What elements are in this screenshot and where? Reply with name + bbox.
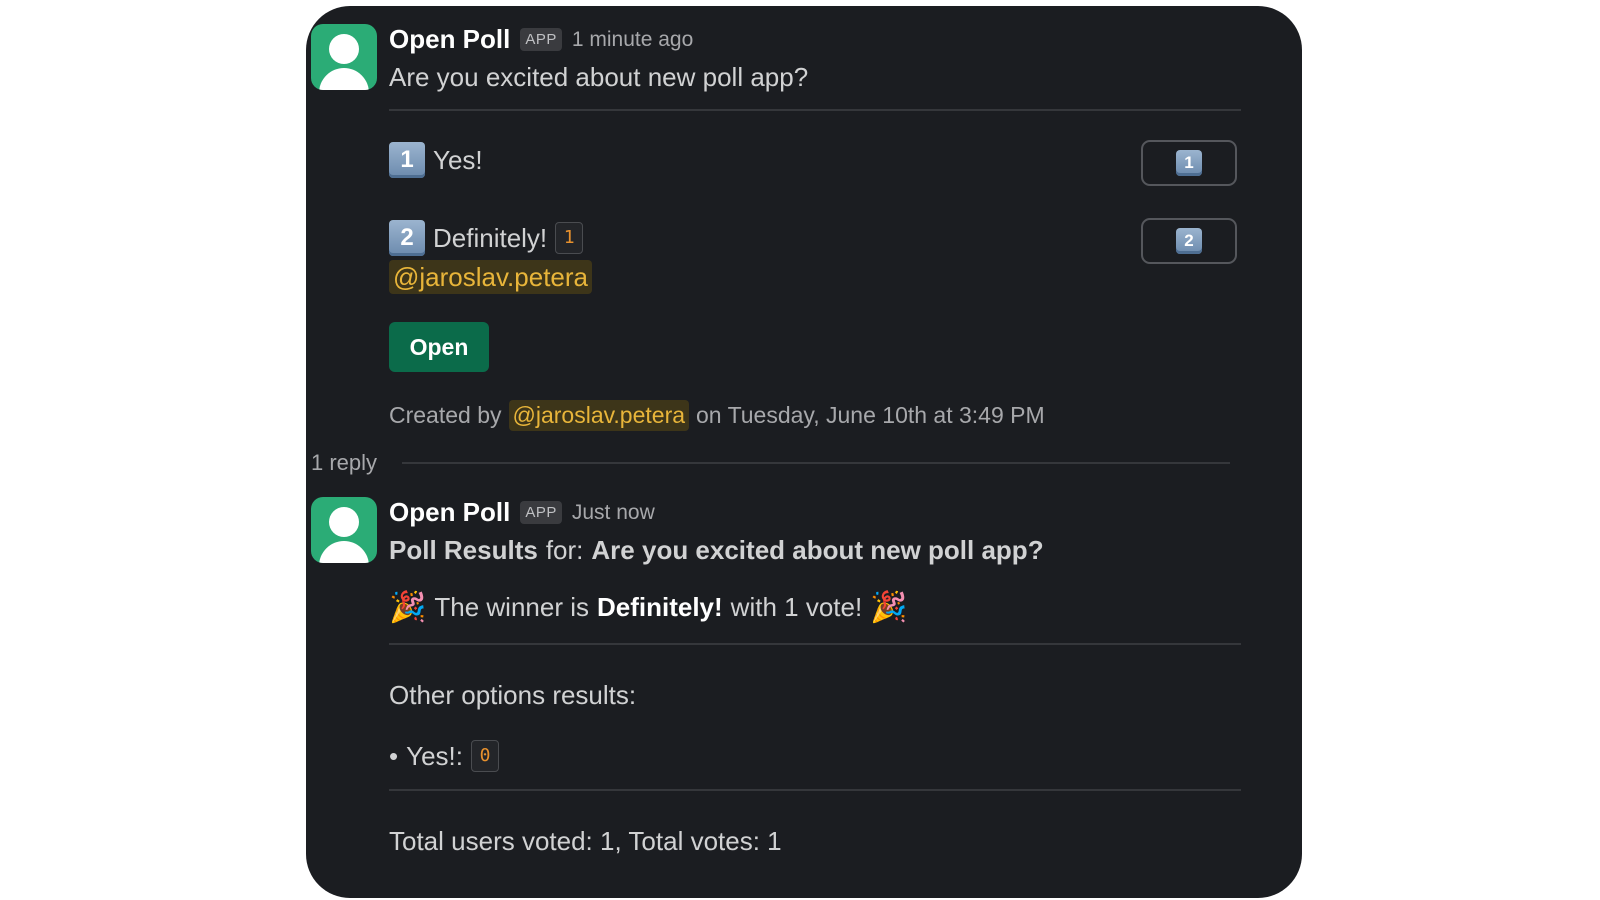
option-label: Yes! bbox=[433, 144, 483, 175]
vote-button-1[interactable]: 1 bbox=[1141, 140, 1237, 186]
vote-button-2[interactable]: 2 bbox=[1141, 218, 1237, 264]
divider bbox=[389, 643, 1241, 645]
vote-count: 0 bbox=[470, 740, 499, 772]
party-popper-icon: 🎉 bbox=[870, 591, 908, 624]
avatar-head bbox=[329, 507, 359, 537]
avatar-head bbox=[329, 34, 359, 64]
avatar[interactable] bbox=[311, 497, 377, 563]
other-option-label: Yes!: bbox=[406, 740, 463, 771]
divider bbox=[389, 109, 1241, 111]
created-by: Created by @jaroslav.petera on Tuesday, … bbox=[389, 400, 1045, 431]
keycap-one-icon: 1 bbox=[389, 142, 425, 178]
poll-option: 1 Yes! bbox=[389, 142, 483, 178]
totals: Total users voted: 1, Total votes: 1 bbox=[389, 826, 782, 856]
results-prefix: Poll Results bbox=[389, 535, 538, 565]
app-badge: APP bbox=[520, 28, 562, 51]
keycap-two-icon: 2 bbox=[1176, 228, 1202, 254]
author-name[interactable]: Open Poll bbox=[389, 497, 510, 528]
winner-text: The winner is bbox=[434, 592, 589, 622]
divider bbox=[389, 789, 1241, 791]
avatar-body bbox=[319, 541, 369, 563]
user-mention[interactable]: @jaroslav.petera bbox=[508, 400, 690, 431]
message-header: Open Poll APP Just now bbox=[389, 497, 655, 528]
keycap-one-icon: 1 bbox=[1176, 150, 1202, 176]
poll-option: 2 Definitely! 1 bbox=[389, 220, 584, 256]
app-badge: APP bbox=[520, 501, 562, 524]
avatar-body bbox=[319, 68, 369, 90]
open-button[interactable]: Open bbox=[389, 322, 489, 372]
thread-divider bbox=[402, 462, 1230, 464]
other-options-heading: Other options results: bbox=[389, 680, 637, 710]
winner-line: 🎉 The winner is Definitely! with 1 vote!… bbox=[389, 590, 908, 625]
results-title: Poll Results for: Are you excited about … bbox=[389, 535, 1044, 566]
winner-votes: with 1 vote! bbox=[730, 592, 863, 622]
avatar[interactable] bbox=[311, 24, 377, 90]
message-header: Open Poll APP 1 minute ago bbox=[389, 24, 693, 55]
vote-count: 1 bbox=[555, 222, 584, 254]
bullet-icon: • bbox=[389, 740, 399, 771]
author-name[interactable]: Open Poll bbox=[389, 24, 510, 55]
party-popper-icon: 🎉 bbox=[389, 591, 427, 624]
results-for: for: bbox=[545, 535, 584, 565]
message-panel: Open Poll APP 1 minute ago Are you excit… bbox=[306, 6, 1302, 898]
timestamp[interactable]: Just now bbox=[572, 501, 655, 525]
option-label: Definitely! bbox=[433, 222, 548, 253]
winner-option: Definitely! bbox=[596, 592, 723, 622]
timestamp[interactable]: 1 minute ago bbox=[572, 28, 693, 52]
results-question: Are you excited about new poll app? bbox=[591, 535, 1044, 565]
reply-count[interactable]: 1 reply bbox=[311, 450, 377, 476]
created-by-suffix: on Tuesday, June 10th at 3:49 PM bbox=[696, 402, 1045, 428]
user-mention[interactable]: @jaroslav.petera bbox=[389, 260, 592, 294]
list-item: • Yes!: 0 bbox=[389, 740, 499, 772]
poll-question: Are you excited about new poll app? bbox=[389, 62, 809, 92]
created-by-prefix: Created by bbox=[389, 402, 502, 428]
keycap-two-icon: 2 bbox=[389, 220, 425, 256]
voter-list: @jaroslav.petera bbox=[389, 260, 592, 294]
